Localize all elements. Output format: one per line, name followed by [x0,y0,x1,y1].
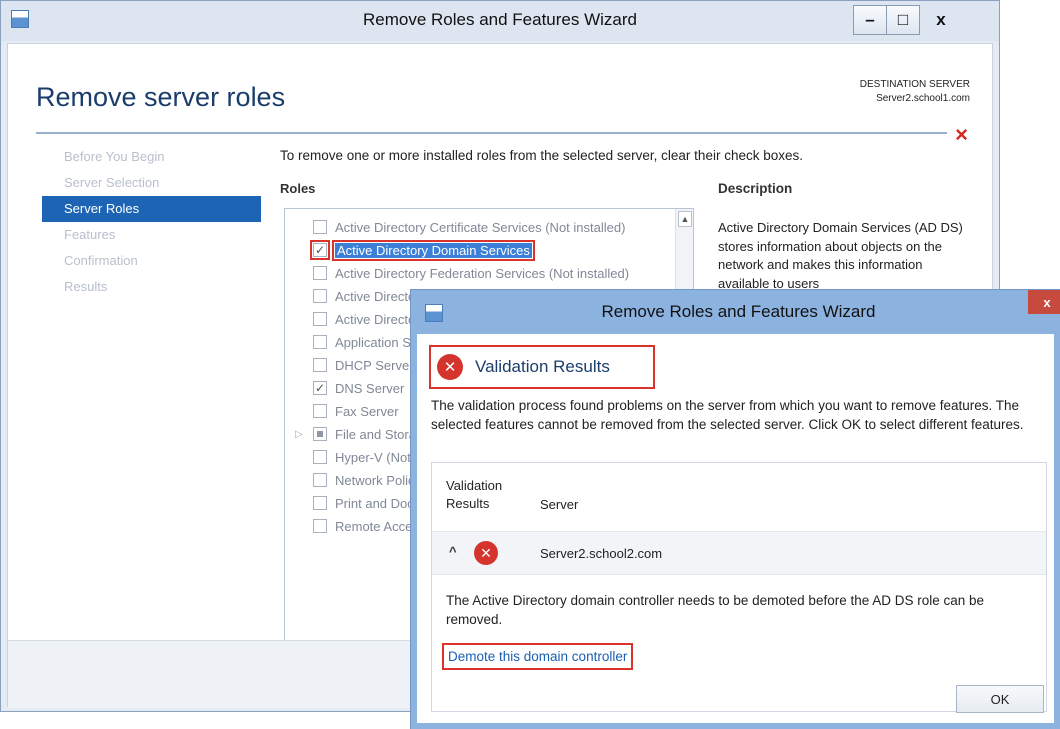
nav-item-results[interactable]: Results [42,274,261,300]
wizard-nav: Before You Begin Server Selection Server… [42,144,261,300]
validation-message: The validation process found problems on… [431,398,1024,432]
column-header-server[interactable]: Server [540,497,578,512]
result-detail-text: The Active Directory domain controller n… [446,593,985,627]
role-checkbox[interactable] [313,220,327,234]
ok-button[interactable]: OK [956,685,1044,713]
nav-item-server-selection[interactable]: Server Selection [42,170,261,196]
maximize-button[interactable]: □ [886,5,920,35]
dialog-titlebar: Remove Roles and Features Wizard x [411,290,1060,334]
role-label[interactable]: DHCP Server [335,358,414,373]
error-x-icon[interactable]: × [955,122,968,148]
demote-domain-controller-link[interactable]: Demote this domain controller [442,643,634,670]
role-row[interactable]: DHCP Server [285,355,414,375]
role-label[interactable]: Fax Server [335,404,399,419]
nav-item-features[interactable]: Features [42,222,261,248]
error-icon: ✕ [437,354,463,380]
nav-item-server-roles[interactable]: Server Roles [42,196,261,222]
main-titlebar: Remove Roles and Features Wizard – □ x [1,1,999,41]
column-header-validation-results[interactable]: Validation Results [446,477,526,513]
roles-heading: Roles [280,181,316,196]
header-divider [36,132,947,134]
result-server-name: Server2.school2.com [540,546,663,561]
dialog-close-button[interactable]: x [1028,290,1060,314]
destination-server-block: DESTINATION SERVER Server2.school1.com [860,78,970,106]
role-checkbox[interactable] [313,312,327,326]
dialog-body: ✕ Validation Results The validation proc… [417,334,1054,723]
role-label[interactable]: Active Directory Certificate Services (N… [335,220,625,235]
role-row[interactable]: Active Directory Certificate Services (N… [285,217,625,237]
role-checkbox[interactable] [313,289,327,303]
validation-results-header: ✕ Validation Results [429,345,655,389]
role-row[interactable]: ✓ DNS Server [285,378,404,398]
role-checkbox[interactable] [313,358,327,372]
role-row[interactable]: Remote Access [285,516,425,536]
destination-label: DESTINATION SERVER [859,79,970,90]
close-button[interactable]: x [919,5,963,35]
role-label[interactable]: Active Directory Federation Services (No… [335,266,629,281]
description-text: Active Directory Domain Services (AD DS)… [718,220,963,291]
role-checkbox[interactable] [313,473,327,487]
window-title: Remove Roles and Features Wizard [362,10,637,29]
minimize-button[interactable]: – [853,5,887,35]
role-checkbox[interactable] [313,519,327,533]
scroll-up-icon[interactable]: ▲ [678,211,692,227]
role-row[interactable]: Fax Server [285,401,399,421]
page-title: Remove server roles [36,82,286,112]
dialog-title: Remove Roles and Features Wizard [601,302,876,321]
role-checkbox[interactable]: ✓ [313,381,327,395]
role-label[interactable]: Active Directory Domain Services [332,239,535,261]
row-error-icon: ✕ [474,541,498,565]
result-row[interactable]: ^ ✕ Server2.school2.com [432,531,1046,575]
role-row[interactable]: ✓ Active Directory Domain Services [285,239,535,261]
role-checkbox[interactable] [313,335,327,349]
role-row[interactable]: Active Directory Federation Services (No… [285,263,629,283]
results-panel: Validation Results Server ^ ✕ Server2.sc… [431,462,1047,712]
role-checkbox[interactable] [313,404,327,418]
validation-dialog: Remove Roles and Features Wizard x ✕ Val… [411,290,1060,729]
role-checkbox[interactable]: ✓ [310,240,330,260]
role-label[interactable]: DNS Server [335,381,404,396]
collapse-chevron-icon[interactable]: ^ [449,544,457,559]
role-checkbox[interactable] [313,450,327,464]
validation-results-title: Validation Results [475,357,610,376]
nav-item-confirmation[interactable]: Confirmation [42,248,261,274]
expand-arrow-icon[interactable]: ▷ [285,429,313,440]
destination-server-name: Server2.school1.com [876,93,970,104]
role-checkbox[interactable] [313,427,327,441]
instruction-text: To remove one or more installed roles fr… [280,148,803,163]
role-checkbox[interactable] [313,266,327,280]
description-heading: Description [718,181,793,196]
nav-item-before-you-begin[interactable]: Before You Begin [42,144,261,170]
role-checkbox[interactable] [313,496,327,510]
